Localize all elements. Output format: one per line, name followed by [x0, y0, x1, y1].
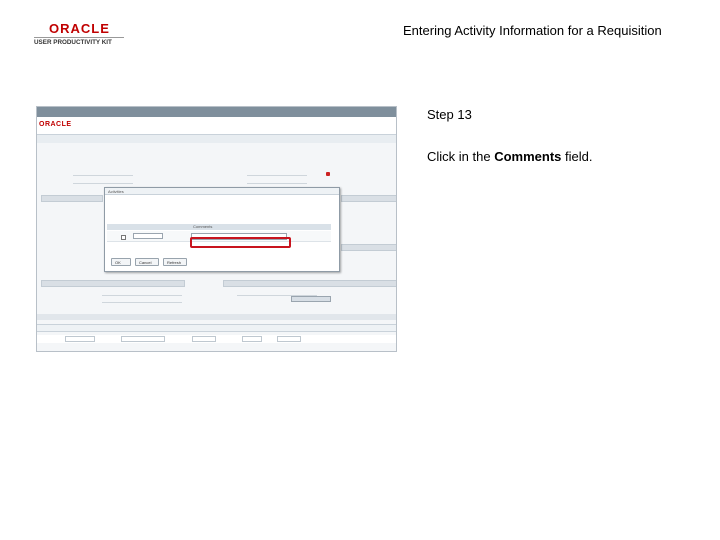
refresh-button[interactable]: Refresh: [163, 258, 187, 266]
step-instruction-suffix: field.: [561, 149, 593, 164]
grid-cell[interactable]: [121, 336, 165, 342]
activity-id-field[interactable]: [133, 233, 163, 239]
grid-cell[interactable]: [242, 336, 262, 342]
section-bar: [41, 280, 185, 287]
search-button[interactable]: [291, 296, 331, 302]
form-line: [73, 175, 133, 176]
slide-title: Entering Activity Information for a Requ…: [403, 23, 662, 38]
app-top-bar: [37, 107, 396, 117]
cancel-button[interactable]: Cancel: [135, 258, 159, 266]
app-menu-bar: ORACLE: [37, 117, 396, 135]
form-line: [102, 302, 182, 303]
logo-brand-text: ORACLE: [49, 21, 110, 36]
step-instruction-prefix: Click in the: [427, 149, 495, 164]
grid-cell[interactable]: [277, 336, 301, 342]
comments-column-header: Comments: [193, 224, 213, 229]
logo-product-text: USER PRODUCTIVITY KIT: [34, 39, 112, 46]
step-instruction: Click in the Comments field.: [427, 149, 592, 164]
form-line: [247, 175, 307, 176]
form-line: [102, 295, 182, 296]
comments-field[interactable]: [191, 233, 287, 240]
activities-modal: Activities Comments OK Cancel Refresh: [104, 187, 340, 272]
grid-header: [37, 324, 396, 332]
form-line: [73, 183, 133, 184]
tab-strip: [37, 314, 396, 320]
grid-cell[interactable]: [192, 336, 216, 342]
row-checkbox[interactable]: [121, 235, 126, 240]
modal-title-bar: Activities: [105, 188, 339, 195]
refresh-button-label: Refresh: [167, 260, 182, 265]
section-bar: [223, 280, 396, 287]
table-row: [37, 335, 396, 343]
step-instruction-target: Comments: [494, 149, 562, 164]
application-screenshot: ORACLE Activities Comments OK Cancel Ref…: [36, 106, 397, 352]
delete-icon[interactable]: [326, 172, 330, 176]
ok-button-label: OK: [115, 260, 121, 265]
grid-cell[interactable]: [65, 336, 95, 342]
modal-title: Activities: [108, 189, 124, 194]
step-title: Step 13: [427, 107, 472, 122]
form-line: [247, 183, 307, 184]
cancel-button-label: Cancel: [139, 260, 152, 265]
section-bar: [341, 195, 396, 202]
oracle-upk-logo: ORACLE USER PRODUCTIVITY KIT: [34, 22, 124, 48]
app-oracle-logo: ORACLE: [39, 121, 72, 128]
ok-button[interactable]: OK: [111, 258, 131, 266]
logo-divider: [34, 37, 124, 38]
section-bar: [341, 244, 396, 251]
section-bar: [41, 195, 103, 202]
app-sub-bar: [37, 135, 396, 143]
activities-grid-header: Comments: [107, 224, 331, 230]
